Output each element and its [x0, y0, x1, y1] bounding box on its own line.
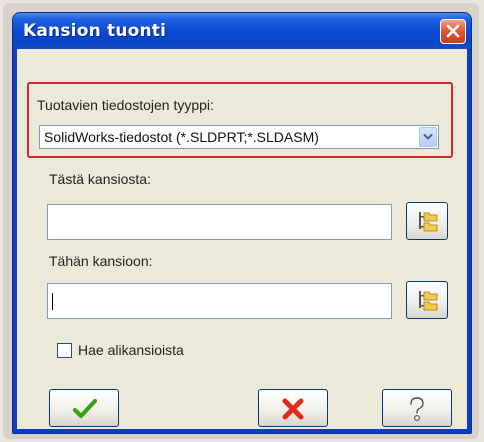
window-title: Kansion tuonti	[23, 21, 167, 41]
dialog-window: Kansion tuonti Tuotavien tiedostojen tyy…	[12, 12, 472, 434]
cancel-button[interactable]	[258, 389, 328, 427]
target-browse-button[interactable]	[406, 281, 448, 319]
file-type-label: Tuotavien tiedostojen tyyppi:	[37, 97, 214, 113]
help-button[interactable]	[382, 389, 452, 427]
file-type-select[interactable]: SolidWorks-tiedostot (*.SLDPRT;*.SLDASM)	[39, 125, 439, 149]
dialog-body: Tuotavien tiedostojen tyyppi: SolidWorks…	[17, 49, 467, 429]
folder-tree-icon	[419, 291, 438, 311]
close-icon	[446, 24, 460, 38]
ok-button[interactable]	[49, 389, 119, 427]
file-type-dropdown-button[interactable]	[419, 127, 437, 147]
source-folder-label: Tästä kansiosta:	[49, 171, 151, 187]
title-bar[interactable]: Kansion tuonti	[13, 13, 471, 49]
question-mark-icon	[408, 396, 426, 422]
chevron-down-icon	[423, 133, 433, 140]
source-folder-input[interactable]	[47, 204, 392, 240]
target-folder-label: Tähän kansioon:	[49, 253, 153, 269]
folder-tree-icon	[419, 212, 438, 232]
checkmark-icon	[73, 399, 97, 419]
file-type-selected-value: SolidWorks-tiedostot (*.SLDPRT;*.SLDASM)	[44, 129, 319, 145]
subfolders-checkbox[interactable]	[57, 343, 72, 358]
text-caret	[52, 293, 53, 310]
target-folder-input[interactable]	[47, 283, 392, 319]
red-x-icon	[282, 398, 304, 420]
subfolders-label: Hae alikansioista	[78, 342, 184, 358]
close-button[interactable]	[440, 19, 466, 44]
source-browse-button[interactable]	[406, 202, 448, 240]
dialog-shadow: Kansion tuonti Tuotavien tiedostojen tyy…	[3, 3, 479, 439]
